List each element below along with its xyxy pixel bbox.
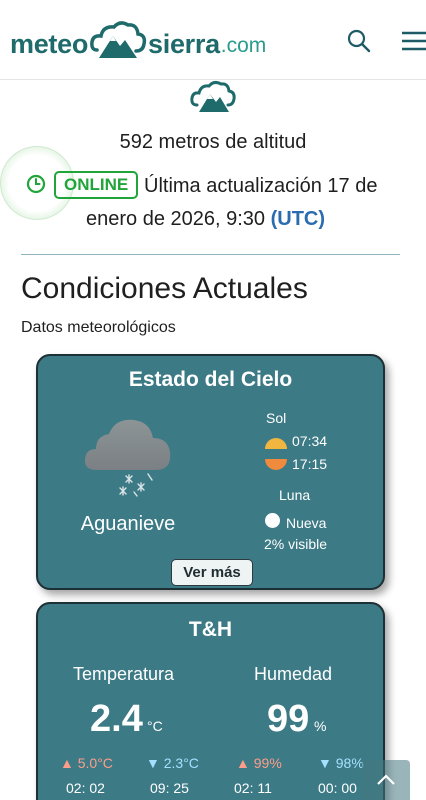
back-to-top-button[interactable] bbox=[362, 760, 410, 800]
sky-card-title: Estado del Cielo bbox=[128, 368, 293, 391]
humidity-max-time: 02: 11 bbox=[234, 780, 272, 796]
humidity-min: ▼ 98% bbox=[318, 755, 364, 771]
temperature-max-time: 02: 02 bbox=[66, 780, 105, 796]
humidity-min-time: 00: 00 bbox=[318, 780, 357, 796]
temperature-max: ▲ 5.0°C bbox=[60, 755, 113, 771]
logo-text-sierra: sierra bbox=[148, 29, 220, 59]
see-more-button[interactable]: Ver más bbox=[171, 559, 253, 586]
temperature-min-time: 09: 25 bbox=[150, 780, 189, 796]
temperature-unit: °C bbox=[147, 718, 163, 734]
logo-text-meteo: meteo bbox=[10, 29, 89, 59]
last-update-date: Última actualización 17 de enero de 2026… bbox=[86, 175, 378, 230]
section-title: Condiciones Actuales bbox=[21, 272, 308, 305]
search-icon[interactable] bbox=[346, 28, 372, 54]
altitude-text: 592 metros de altitud bbox=[119, 131, 307, 153]
sunset-icon bbox=[265, 459, 287, 470]
mountain-cloud-logo-icon bbox=[90, 21, 147, 58]
sunrise-time: 07:34 bbox=[292, 433, 328, 449]
sleet-cloud-icon bbox=[84, 419, 171, 497]
clock-icon bbox=[26, 174, 46, 194]
chevron-up-icon bbox=[377, 774, 395, 785]
temperature-min: ▼ 2.3°C bbox=[146, 755, 199, 771]
humidity-unit: % bbox=[314, 718, 327, 734]
site-logo[interactable]: meteo sierra .com bbox=[10, 20, 266, 60]
temperature-label: Temperatura bbox=[73, 664, 175, 684]
section-divider bbox=[21, 254, 400, 255]
humidity-label: Humedad bbox=[254, 664, 333, 684]
th-card-title: T&H bbox=[188, 618, 233, 641]
sunset-time: 17:15 bbox=[292, 456, 328, 472]
hamburger-menu-icon[interactable] bbox=[400, 30, 426, 52]
timezone-link[interactable]: (UTC) bbox=[271, 208, 325, 230]
humidity-value: 99 bbox=[267, 698, 310, 740]
sunrise-icon bbox=[265, 438, 287, 449]
section-subtitle: Datos meteorológicos bbox=[21, 319, 176, 336]
temperature-value: 2.4 bbox=[90, 698, 143, 740]
site-header: meteo sierra .com bbox=[0, 0, 426, 80]
sky-condition-text: Aguanieve bbox=[80, 513, 176, 535]
moon-phase-text: Nueva bbox=[286, 515, 327, 531]
last-update-text: Última actualización 17 de enero de 2026… bbox=[86, 170, 406, 236]
temperature-humidity-card: T&H Temperatura Humedad 2.4 °C 99 % ▲ 5.… bbox=[36, 602, 385, 800]
moon-visibility-text: 2% visible bbox=[264, 536, 328, 552]
sky-state-card: Estado del Cielo Aguanieve Sol 07:34 17:… bbox=[36, 354, 385, 590]
station-logo-icon bbox=[190, 80, 236, 112]
logo-text-com: .com bbox=[220, 34, 267, 57]
moon-label: Luna bbox=[279, 487, 311, 503]
sun-label: Sol bbox=[266, 410, 287, 426]
new-moon-icon bbox=[265, 513, 280, 528]
humidity-max: ▲ 99% bbox=[236, 755, 282, 771]
